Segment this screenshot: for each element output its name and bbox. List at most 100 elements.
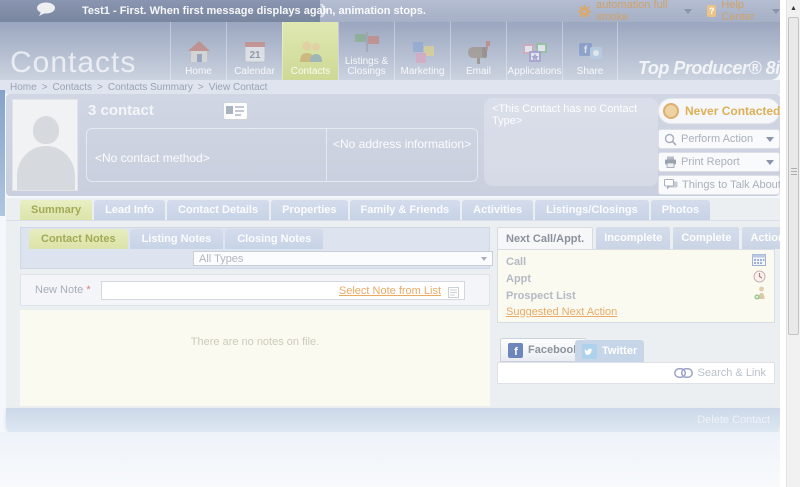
top-message-bar: Test1 - First. When first message displa… <box>0 0 780 22</box>
tab-contact-details[interactable]: Contact Details <box>167 200 269 220</box>
tab-twitter[interactable]: Twitter <box>575 340 644 362</box>
no-contact-type-text: <This Contact has no Contact Type> <box>484 98 658 132</box>
address-box: <No address information> <box>326 128 478 182</box>
nav-item-email[interactable]: Email <box>450 22 506 80</box>
gear-icon <box>578 5 591 18</box>
chat-bubbles-icon <box>664 179 678 191</box>
appt-row: Appt <box>498 270 774 287</box>
tab-photos[interactable]: Photos <box>651 200 710 220</box>
nav-item-calendar[interactable]: 21 Calendar <box>226 22 282 80</box>
tab-lead-info[interactable]: Lead Info <box>94 200 165 220</box>
tab-next-call-appt[interactable]: Next Call/Appt. <box>497 227 593 249</box>
svg-text:21: 21 <box>249 50 261 61</box>
silhouette-head <box>33 116 59 144</box>
breadcrumb: Home > Contacts > Contacts Summary > Vie… <box>0 80 780 94</box>
svg-text:f: f <box>514 346 518 358</box>
new-note-label: New Note * <box>35 284 91 296</box>
appt-clock-icon[interactable] <box>753 270 766 288</box>
call-calendar-icon[interactable] <box>752 253 766 271</box>
perform-action-button[interactable]: Perform Action <box>658 129 780 149</box>
scrollbar-thumb[interactable] <box>788 17 799 335</box>
breadcrumb-separator: > <box>198 82 204 93</box>
contact-card-icon[interactable] <box>223 100 248 127</box>
notification-message-segment: Test1 - First. When first message displa… <box>0 0 320 22</box>
chevron-right-icon: ❯ <box>318 2 329 18</box>
tab-contact-notes[interactable]: Contact Notes <box>29 229 128 249</box>
nav-item-applications[interactable]: Applications <box>506 22 562 80</box>
main-navigation-bar: Contacts Home 21 Calendar Contacts <box>0 22 780 80</box>
contact-type-bubble: <This Contact has no Contact Type> <box>484 98 658 186</box>
help-icon: ? <box>707 5 716 17</box>
tab-family-friends[interactable]: Family & Friends <box>350 200 461 220</box>
nav-item-share[interactable]: f Share <box>562 22 618 80</box>
tab-divider <box>6 220 780 221</box>
no-address-text: <No address information> <box>333 137 471 151</box>
magnifier-icon <box>664 133 677 146</box>
prospect-person-icon[interactable] <box>754 286 766 305</box>
breadcrumb-contacts[interactable]: Contacts <box>53 82 92 93</box>
contact-name: 3 contact <box>88 102 154 119</box>
tab-properties[interactable]: Properties <box>271 200 347 220</box>
note-type-select[interactable]: All Types <box>193 251 493 266</box>
tab-activities[interactable]: Activities <box>462 200 533 220</box>
nav-item-contacts[interactable]: Contacts <box>282 22 338 80</box>
breadcrumb-separator: > <box>97 82 103 93</box>
share-icon: f <box>575 38 605 66</box>
contact-photo-placeholder[interactable] <box>12 99 78 191</box>
tab-listing-notes[interactable]: Listing Notes <box>130 229 224 249</box>
link-chain-icon <box>674 368 693 378</box>
scrollbar-up-arrow-icon[interactable]: ▲ <box>787 1 800 15</box>
note-list-icon[interactable] <box>448 285 459 303</box>
chevron-down-icon <box>766 160 774 165</box>
print-report-button[interactable]: Print Report <box>658 152 780 172</box>
next-call-appt-panel: Call Appt Prospect List <box>497 249 775 323</box>
nav-item-home[interactable]: Home <box>170 22 226 80</box>
applications-icon <box>520 38 550 66</box>
left-edge-accent <box>0 90 5 216</box>
mailbox-icon <box>464 38 494 66</box>
never-contacted-button[interactable]: Never Contacted <box>658 98 780 124</box>
search-and-link[interactable]: Search & Link <box>698 367 766 379</box>
top-right-menus: automation full smoke ? Help Center <box>578 0 780 22</box>
required-marker: * <box>86 284 90 296</box>
tab-incomplete[interactable]: Incomplete <box>596 227 670 249</box>
contact-header-panel: 3 contact <No contact method> <No addres… <box>6 94 780 196</box>
notes-empty-area: There are no notes on file. <box>20 310 490 406</box>
breadcrumb-separator: > <box>42 82 48 93</box>
nav-item-marketing[interactable]: Marketing <box>394 22 450 80</box>
chevron-down-icon <box>481 257 487 261</box>
tab-closing-notes[interactable]: Closing Notes <box>225 229 323 249</box>
scrollbar-grip-icon <box>791 168 797 176</box>
settings-menu[interactable]: automation full smoke <box>596 0 679 23</box>
suggested-next-action-link[interactable]: Suggested Next Action <box>506 306 617 318</box>
facebook-icon: f <box>508 343 523 358</box>
speech-bubble-icon <box>36 2 56 21</box>
nav-items: Home 21 Calendar Contacts Listings & Clo… <box>170 22 618 80</box>
breadcrumb-view-contact: View Contact <box>209 82 268 93</box>
help-center-menu[interactable]: Help Center <box>721 0 767 23</box>
breadcrumb-contacts-summary[interactable]: Contacts Summary <box>108 82 193 93</box>
prospect-list-row: Prospect List <box>498 287 774 304</box>
note-tabs: Contact Notes Listing Notes Closing Note… <box>29 229 323 249</box>
notes-header: Contact Notes Listing Notes Closing Note… <box>20 227 490 269</box>
vertical-scrollbar[interactable]: ▲ <box>786 0 800 487</box>
breadcrumb-home[interactable]: Home <box>10 82 37 93</box>
select-note-from-list-link[interactable]: Select Note from List <box>339 285 441 297</box>
silhouette-body <box>17 146 75 191</box>
call-row: Call <box>498 253 774 270</box>
delete-contact-link[interactable]: Delete Contact <box>697 414 770 426</box>
listings-sign-icon <box>352 28 382 56</box>
nav-item-listings-closings[interactable]: Listings & Closings <box>338 22 394 80</box>
puzzle-icon <box>408 38 438 66</box>
footer-bar: Delete Contact <box>6 408 780 432</box>
tab-summary[interactable]: Summary <box>20 200 92 220</box>
activity-tabs: Next Call/Appt. Incomplete Complete Acti… <box>497 227 800 249</box>
chevron-down-icon[interactable] <box>772 9 780 14</box>
contacts-icon <box>296 38 326 66</box>
tab-complete[interactable]: Complete <box>673 227 739 249</box>
new-note-row: New Note * Select Note from List <box>20 274 490 306</box>
tab-listings-closings[interactable]: Listings/Closings <box>535 200 649 220</box>
app-window: Test1 - First. When first message displa… <box>0 0 800 487</box>
chevron-down-icon[interactable] <box>684 9 692 14</box>
things-to-talk-about-button[interactable]: Things to Talk About <box>658 175 780 195</box>
